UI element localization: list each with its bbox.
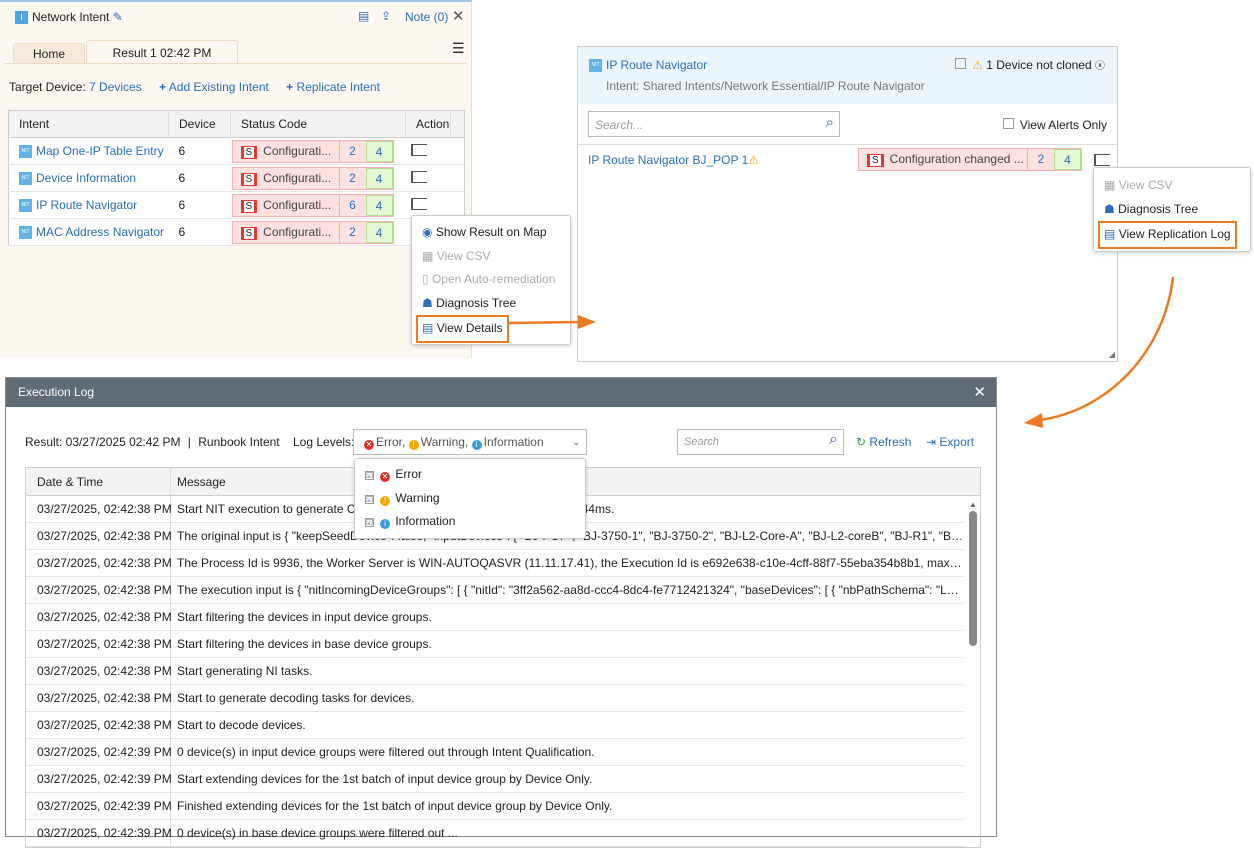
log-message: Start filtering the devices in input dev… bbox=[177, 610, 432, 624]
log-message: Start to generate decoding tasks for dev… bbox=[177, 691, 415, 705]
label: Refresh bbox=[869, 435, 912, 449]
option-information[interactable]: ☑ i Information bbox=[355, 510, 585, 534]
scrollbar[interactable]: ▲ bbox=[968, 500, 978, 840]
arrow-head bbox=[1024, 413, 1043, 428]
log-message: Finished extending devices for the 1st b… bbox=[177, 799, 613, 813]
result-label: Result: 03/27/2025 02:42 PM bbox=[25, 435, 181, 449]
arrow-curve bbox=[1039, 276, 1175, 422]
refresh-button[interactable]: ↻ Refresh bbox=[856, 435, 911, 449]
log-levels-select[interactable]: ✕ Error, ! Warning, i Information ⌄ bbox=[353, 429, 587, 455]
close-icon[interactable]: ✕ bbox=[973, 378, 986, 407]
log-levels-dropdown: ☑ ✕ Error ☑! Warning ☑ i Information bbox=[354, 458, 586, 539]
label: Warning, bbox=[420, 435, 469, 449]
log-datetime: 03/27/2025, 02:42:39 PM bbox=[26, 820, 172, 846]
log-datetime: 03/27/2025, 02:42:38 PM bbox=[26, 604, 172, 630]
label: Export bbox=[939, 435, 975, 449]
execution-log-dialog: Execution Log ✕ Result: 03/27/2025 02:42 … bbox=[5, 377, 997, 848]
log-levels-label: Log Levels: bbox=[293, 435, 355, 449]
info-icon: i bbox=[380, 519, 390, 529]
option-warning[interactable]: ☑! Warning bbox=[355, 487, 585, 511]
log-row[interactable]: 03/27/2025, 02:42:39 PM Finished extendin… bbox=[26, 793, 964, 820]
label: Warning bbox=[395, 490, 440, 505]
log-row[interactable]: 03/27/2025, 02:42:38 PM Start generating … bbox=[26, 658, 964, 685]
label: Error, bbox=[376, 435, 406, 449]
search-placeholder: Search bbox=[684, 436, 719, 448]
separator: | bbox=[187, 435, 191, 449]
log-row[interactable]: 03/27/2025, 02:42:38 PM Start filtering t… bbox=[26, 604, 964, 631]
log-datetime: 03/27/2025, 02:42:39 PM bbox=[26, 793, 172, 819]
log-message: The execution input is { "nitIncomingDev… bbox=[177, 583, 964, 597]
runbook-intent-label: Runbook Intent bbox=[198, 435, 280, 449]
log-datetime: 03/27/2025, 02:42:38 PM bbox=[26, 577, 172, 603]
log-message: 0 device(s) in input device groups were … bbox=[177, 745, 595, 759]
arrow-line bbox=[506, 320, 581, 325]
label: Information bbox=[483, 435, 544, 449]
error-icon: ✕ bbox=[364, 440, 374, 450]
log-row[interactable]: 03/27/2025, 02:42:39 PM 0 device(s) in in… bbox=[26, 739, 964, 766]
log-message: Start generating NI tasks. bbox=[177, 664, 313, 678]
log-datetime: 03/27/2025, 02:42:38 PM bbox=[26, 631, 172, 657]
log-row[interactable]: 03/27/2025, 02:42:38 PM Start filtering t… bbox=[26, 631, 964, 658]
log-row[interactable]: 03/27/2025, 02:42:38 PM Start to decode d… bbox=[26, 712, 964, 739]
scroll-up-icon[interactable]: ▲ bbox=[968, 500, 978, 509]
log-datetime: 03/27/2025, 02:42:38 PM bbox=[26, 712, 172, 738]
log-row[interactable]: 03/27/2025, 02:42:38 PM The execution inp… bbox=[26, 577, 964, 604]
label: Information bbox=[395, 514, 456, 528]
arrow-head bbox=[578, 315, 596, 329]
log-row[interactable]: 03/27/2025, 02:42:39 PM 0 device(s) in ba… bbox=[26, 820, 964, 847]
log-datetime: 03/27/2025, 02:42:38 PM bbox=[26, 496, 172, 522]
log-datetime: 03/27/2025, 02:42:39 PM bbox=[26, 766, 172, 792]
error-icon: ✕ bbox=[380, 472, 390, 482]
scrollbar-thumb[interactable] bbox=[969, 511, 977, 646]
warning-icon: ! bbox=[408, 440, 419, 450]
log-datetime: 03/27/2025, 02:42:38 PM bbox=[26, 550, 172, 576]
search-icon[interactable]: ⌕ bbox=[829, 431, 838, 449]
label: Error bbox=[395, 467, 423, 481]
warning-icon: ! bbox=[380, 495, 390, 506]
log-row[interactable]: 03/27/2025, 02:42:39 PM Start extending d… bbox=[26, 766, 964, 793]
dialog-title: Execution Log bbox=[18, 385, 95, 399]
log-row[interactable]: 03/27/2025, 02:42:38 PM Start to generate… bbox=[26, 685, 964, 712]
log-message: The Process Id is 9936, the Worker Serve… bbox=[177, 556, 964, 570]
log-message: Start filtering the devices in base devi… bbox=[177, 637, 432, 651]
log-row[interactable]: 03/27/2025, 02:42:38 PM The Process Id is… bbox=[26, 550, 964, 577]
log-datetime: 03/27/2025, 02:42:38 PM bbox=[26, 658, 172, 684]
log-datetime: 03/27/2025, 02:42:38 PM bbox=[26, 685, 172, 711]
option-error[interactable]: ☑ ✕ Error bbox=[355, 463, 585, 487]
dialog-title-bar: Execution Log ✕ bbox=[6, 378, 996, 407]
log-search-input[interactable]: Search ⌕ bbox=[677, 429, 844, 455]
log-datetime: 03/27/2025, 02:42:39 PM bbox=[26, 739, 172, 765]
log-message: Start extending devices for the 1st batc… bbox=[177, 772, 593, 786]
refresh-icon: ↻ bbox=[856, 435, 867, 449]
export-button[interactable]: ⇥ Export bbox=[926, 435, 974, 449]
col-date-time[interactable]: Date & Time bbox=[26, 468, 171, 495]
info-icon: i bbox=[471, 440, 482, 450]
log-message: 0 device(s) in base device groups were f… bbox=[177, 826, 458, 840]
chevron-down-icon: ⌄ bbox=[572, 437, 580, 447]
log-datetime: 03/27/2025, 02:42:38 PM bbox=[26, 523, 172, 549]
export-icon: ⇥ bbox=[926, 435, 937, 449]
log-message: Start to decode devices. bbox=[177, 718, 306, 732]
